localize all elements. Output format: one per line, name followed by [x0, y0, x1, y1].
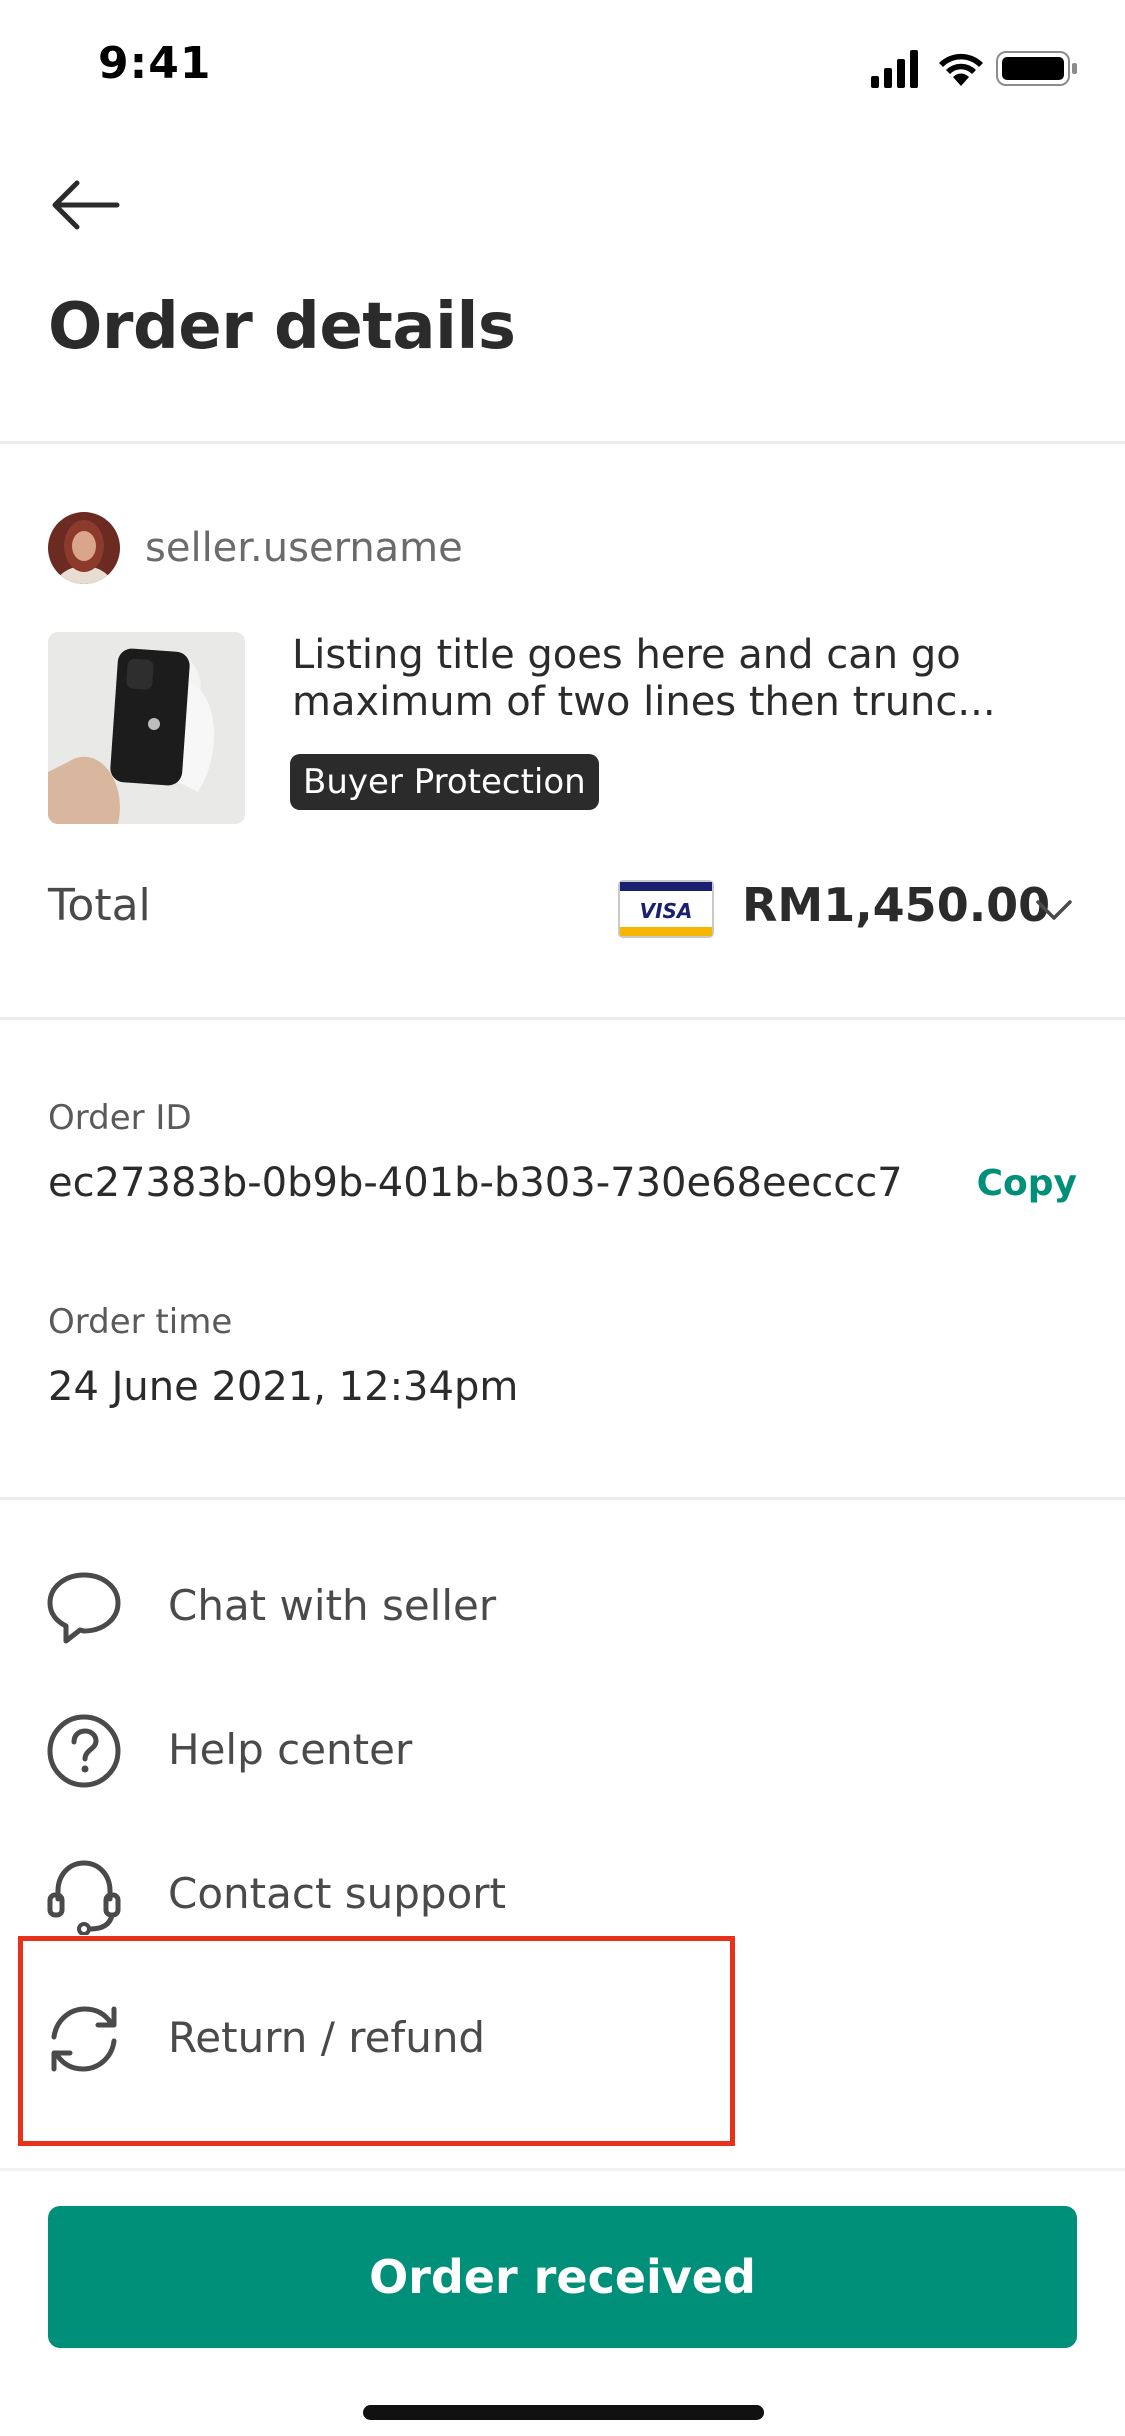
listing-title[interactable]: Listing title goes here and can go maxim…	[292, 632, 1032, 726]
status-icons	[871, 50, 1077, 88]
action-chat-with-seller[interactable]: Chat with seller	[0, 1535, 1125, 1675]
order-details-screen: 9:41 Order details seller.username Listi…	[0, 0, 1125, 2436]
divider	[0, 1497, 1125, 1500]
phone-product-image	[48, 632, 245, 824]
action-label: Help center	[168, 1725, 413, 1774]
battery-icon	[996, 51, 1077, 86]
visa-card-icon: VISA	[618, 880, 714, 938]
question-circle-icon	[47, 1714, 121, 1788]
order-time-label: Order time	[48, 1302, 233, 1342]
seller-username[interactable]: seller.username	[145, 525, 463, 571]
avatar-image	[48, 512, 120, 584]
total-label: Total	[48, 880, 151, 931]
order-id-value: ec27383b-0b9b-401b-b303-730e68eeccc7	[48, 1160, 903, 1206]
wifi-icon	[939, 53, 983, 86]
order-time-value: 24 June 2021, 12:34pm	[48, 1364, 519, 1410]
chevron-down-icon[interactable]	[1034, 890, 1074, 930]
order-received-button[interactable]: Order received	[48, 2206, 1077, 2348]
buyer-protection-badge: Buyer Protection	[290, 754, 599, 810]
headset-icon	[47, 1860, 121, 1935]
total-amount: RM1,450.00	[742, 878, 1051, 932]
home-indicator	[363, 2405, 764, 2420]
highlight-annotation	[18, 1936, 735, 2146]
chat-bubble-icon	[47, 1572, 121, 1644]
listing-thumbnail[interactable]	[48, 632, 245, 824]
status-time: 9:41	[98, 38, 212, 89]
back-button[interactable]	[40, 160, 130, 250]
divider	[0, 441, 1125, 444]
action-label: Chat with seller	[168, 1581, 497, 1630]
arrow-left-icon	[52, 180, 120, 230]
avatar[interactable]	[48, 512, 120, 584]
visa-card-label: VISA	[640, 899, 693, 923]
divider	[0, 1017, 1125, 1020]
action-label: Contact support	[168, 1869, 507, 1918]
signal-icon	[871, 50, 918, 88]
copy-button[interactable]: Copy	[977, 1163, 1077, 1204]
page-title: Order details	[48, 290, 516, 364]
order-id-label: Order ID	[48, 1098, 192, 1138]
action-help-center[interactable]: Help center	[0, 1679, 1125, 1819]
status-bar: 9:41	[0, 0, 1125, 134]
